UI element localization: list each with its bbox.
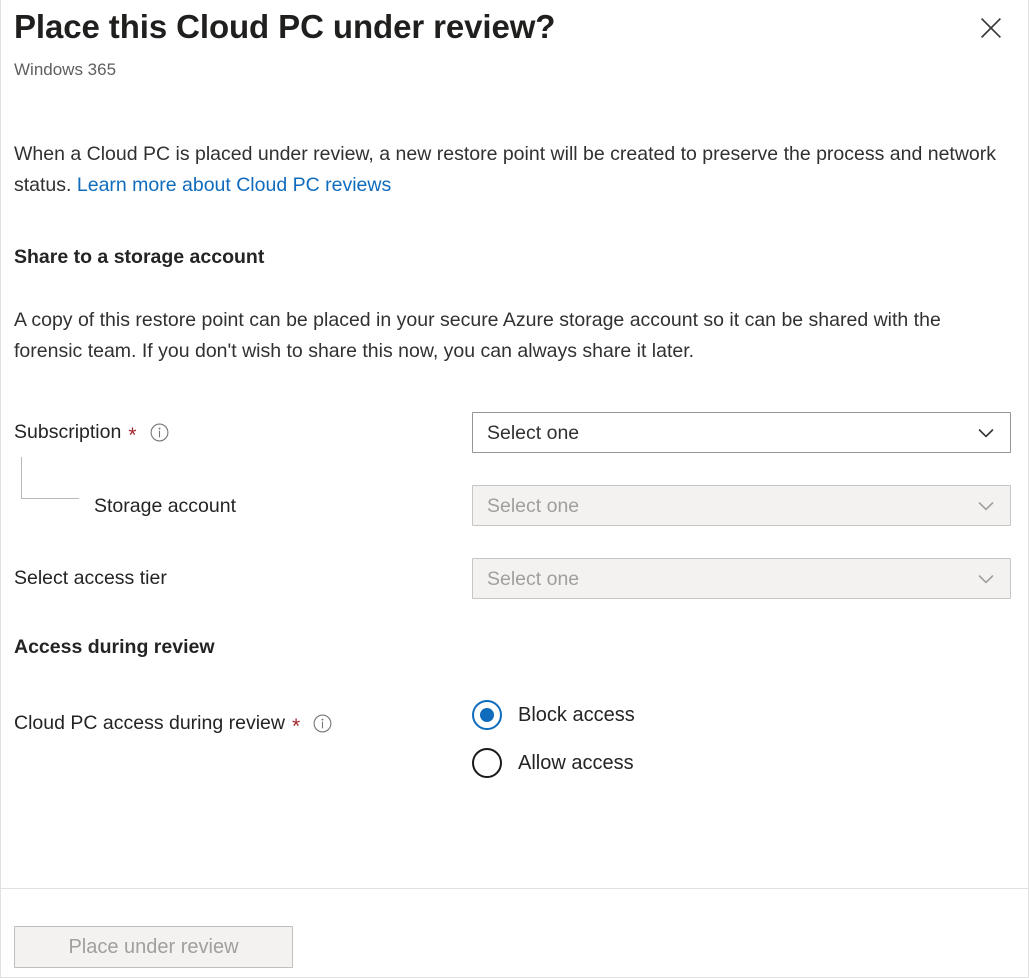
access-tier-dropdown-value: Select one (487, 566, 579, 592)
dialog-subtitle: Windows 365 (14, 58, 116, 82)
subscription-label: Subscription * (14, 419, 169, 445)
share-section-heading: Share to a storage account (14, 243, 264, 271)
subscription-label-text: Subscription (14, 419, 121, 445)
radio-option-label: Allow access (518, 750, 634, 776)
chevron-down-icon (975, 495, 997, 517)
info-icon[interactable] (313, 714, 332, 733)
chevron-down-icon (975, 568, 997, 590)
info-icon[interactable] (150, 423, 169, 442)
tree-branch-connector (21, 457, 79, 499)
radio-selected-icon (472, 700, 502, 730)
radio-option-allow-access[interactable]: Allow access (472, 748, 634, 778)
access-tier-dropdown[interactable]: Select one (472, 558, 1011, 599)
storage-account-dropdown[interactable]: Select one (472, 485, 1011, 526)
place-under-review-button[interactable]: Place under review (14, 926, 293, 968)
close-icon (978, 15, 1004, 41)
close-button[interactable] (973, 10, 1009, 46)
radio-dot (480, 708, 494, 722)
storage-account-dropdown-value: Select one (487, 493, 579, 519)
radio-option-block-access[interactable]: Block access (472, 700, 635, 730)
place-under-review-dialog: Place this Cloud PC under review? Window… (0, 0, 1029, 978)
access-section-heading: Access during review (14, 633, 215, 661)
subscription-dropdown-value: Select one (487, 420, 579, 446)
footer-divider (1, 888, 1029, 889)
storage-account-label: Storage account (94, 493, 236, 519)
storage-account-label-text: Storage account (94, 493, 236, 519)
cloudpc-access-label: Cloud PC access during review * (14, 710, 332, 736)
required-asterisk-icon: * (292, 716, 300, 737)
dialog-header: Place this Cloud PC under review? Window… (1, 0, 1029, 104)
cloudpc-access-label-text: Cloud PC access during review (14, 710, 285, 736)
radio-option-label: Block access (518, 702, 635, 728)
intro-paragraph: When a Cloud PC is placed under review, … (14, 139, 999, 201)
page-title: Place this Cloud PC under review? (14, 4, 555, 50)
access-tier-label: Select access tier (14, 565, 167, 591)
share-section-description: A copy of this restore point can be plac… (14, 305, 1014, 367)
learn-more-link[interactable]: Learn more about Cloud PC reviews (77, 174, 391, 196)
radio-unselected-icon (472, 748, 502, 778)
chevron-down-icon (975, 422, 997, 444)
required-asterisk-icon: * (128, 425, 136, 446)
access-tier-label-text: Select access tier (14, 565, 167, 591)
subscription-dropdown[interactable]: Select one (472, 412, 1011, 453)
